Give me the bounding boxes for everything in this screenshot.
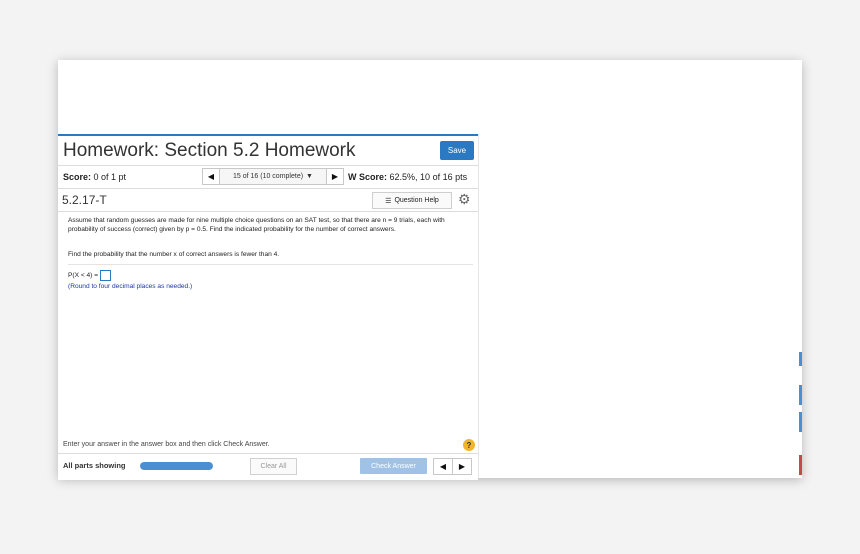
part-pager: ◀ ▶ [433,458,472,475]
divider [58,211,478,212]
edge-marker [799,385,802,405]
answer-expression: P(X < 4) = [68,270,112,281]
question-select[interactable]: 15 of 16 (10 complete) ▼ [220,168,326,185]
instruction-text: Enter your answer in the answer box and … [63,441,270,448]
question-task: Find the probability that the number x o… [68,251,280,258]
progress-fill [140,462,213,470]
hw-score-value: 62.5%, 10 of 16 pts [389,172,468,182]
list-icon: ☰ [385,197,392,205]
hw-score-label: W Score: [348,172,388,182]
divider [68,264,473,265]
left-arrow-icon: ◀ [439,462,447,471]
clear-all-button[interactable]: Clear All [250,458,297,475]
edge-marker [799,412,802,432]
score: Score: 0 of 1 pt [63,172,126,182]
left-arrow-icon: ◀ [207,172,215,181]
prev-part-button[interactable]: ◀ [433,458,453,475]
score-value: 0 of 1 pt [93,172,127,182]
divider [58,188,478,189]
next-question-button[interactable]: ▶ [326,168,344,185]
score-label: Score: [63,172,92,182]
prev-question-button[interactable]: ◀ [202,168,220,185]
parts-label: All parts showing [63,461,126,470]
divider [58,165,478,166]
question-help-label: Question Help [394,197,439,204]
edge-marker [799,455,802,475]
parts-progress-bar [140,462,213,470]
right-arrow-icon: ▶ [458,462,466,471]
homework-panel: Homework: Section 5.2 Homework Save Scor… [58,134,478,480]
panel-divider [478,134,479,478]
question-id: 5.2.17-T [62,193,107,207]
divider [58,453,478,454]
homework-title: Homework: Section 5.2 Homework [63,140,356,161]
gear-icon[interactable]: ⚙ [458,191,471,208]
answer-input[interactable] [100,270,112,281]
browser-window: Homework: Section 5.2 Homework Save Scor… [58,60,802,480]
expression-label: P(X < 4) = [68,272,99,279]
question-select-label: 15 of 16 (10 complete) [233,173,304,180]
question-navigator: ◀ 15 of 16 (10 complete) ▼ ▶ [202,168,344,185]
rounding-note: (Round to four decimal places as needed.… [68,283,193,290]
question-help-button[interactable]: ☰ Question Help [372,192,452,209]
check-answer-button[interactable]: Check Answer [360,458,427,474]
right-arrow-icon: ▶ [331,172,339,181]
save-button[interactable]: Save [440,141,474,160]
help-icon[interactable]: ? [463,439,475,451]
hw-score: W Score: 62.5%, 10 of 16 pts [348,172,467,182]
edge-marker [799,352,802,366]
next-part-button[interactable]: ▶ [453,458,472,475]
dropdown-arrow-icon: ▼ [306,173,313,180]
question-prompt: Assume that random guesses are made for … [68,217,445,233]
